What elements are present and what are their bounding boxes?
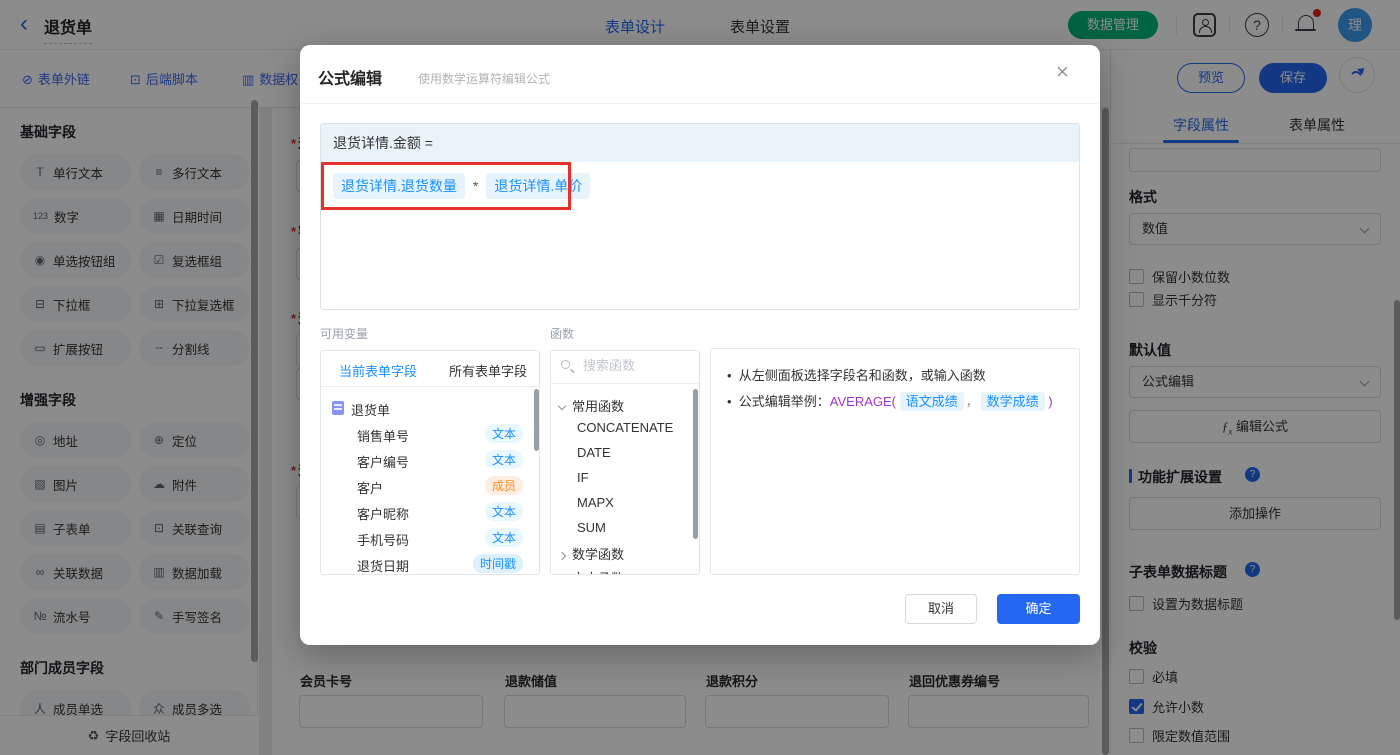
tip-line-2: • 公式编辑举例：AVERAGE( 语文成绩，数学成绩 ) <box>727 392 1053 411</box>
variables-tabs: 当前表单字段 所有表单字段 <box>321 351 539 387</box>
divider <box>300 103 1100 104</box>
function-item[interactable]: SUM <box>577 520 606 535</box>
form-doc-icon <box>332 401 344 415</box>
formula-editor-area[interactable]: 退货详情.金额 = 退货详情.退货数量 * 退货详情.单价 <box>320 123 1080 310</box>
function-item[interactable]: MAPX <box>577 495 614 510</box>
variables-panel: 当前表单字段 所有表单字段 退货单 销售单号 文本 客户编号 文本 客户 成员 客户昵… <box>320 350 540 575</box>
caret-right-icon <box>557 551 567 561</box>
tab-current-form-fields[interactable]: 当前表单字段 <box>339 361 417 380</box>
variable-row[interactable]: 退货日期 时间戳 <box>321 551 539 574</box>
available-variables-label: 可用变量 <box>320 327 369 341</box>
variable-row[interactable]: 客户昵称 文本 <box>321 499 539 525</box>
variable-row[interactable]: 销售单号 文本 <box>321 421 539 447</box>
variable-row[interactable]: 手机号码 文本 <box>321 525 539 551</box>
functions-label: 函数 <box>550 327 575 341</box>
modal-subtitle: 使用数学运算符编辑公式 <box>418 72 551 86</box>
tip-line-1: • 从左侧面板选择字段名和函数，或输入函数 <box>727 368 986 383</box>
example-function-name: AVERAGE( <box>829 394 897 409</box>
example-arg-token: 数学成绩 <box>980 392 1045 411</box>
type-badge: 文本 <box>484 502 523 521</box>
modal-title: 公式编辑 <box>318 71 383 88</box>
functions-panel: 常用函数 CONCATENATE DATE IF MAPX SUM 数学函数 文… <box>550 350 700 575</box>
red-annotation-box <box>321 162 571 210</box>
variables-scrollbar[interactable] <box>534 389 539 451</box>
function-item[interactable]: CONCATENATE <box>577 420 673 435</box>
function-item[interactable]: IF <box>577 470 589 485</box>
confirm-button[interactable]: 确定 <box>997 594 1080 624</box>
type-badge: 文本 <box>484 528 523 547</box>
caret-down-icon <box>557 401 567 411</box>
type-badge: 文本 <box>484 424 523 443</box>
example-arg-token: 语文成绩 <box>899 392 964 411</box>
type-badge: 时间戳 <box>472 554 523 573</box>
example-function-close: ) <box>1048 394 1053 409</box>
group-common-functions[interactable]: 常用函数 <box>557 396 624 415</box>
cancel-button[interactable]: 取消 <box>905 594 977 624</box>
tab-all-form-fields[interactable]: 所有表单字段 <box>449 361 527 380</box>
group-math-functions[interactable]: 数学函数 <box>557 544 624 563</box>
type-badge: 成员 <box>484 476 523 495</box>
formula-target: 退货详情.金额 = <box>321 124 1079 162</box>
app-root: ‹ 退货单 表单设计 表单设置 数据管理 ? 理 ⊘ 表单外链 ⊡ 后端脚本 ▥ 数据… <box>0 0 1400 755</box>
function-item[interactable]: DATE <box>577 445 611 460</box>
group-text-functions[interactable]: 文本函数 <box>559 568 624 574</box>
function-search <box>551 351 699 384</box>
formula-editor-modal: 公式编辑 使用数学运算符编辑公式 × 退货详情.金额 = 退货详情.退货数量 *… <box>300 45 1100 645</box>
close-icon[interactable]: × <box>1056 59 1069 85</box>
type-badge: 文本 <box>484 450 523 469</box>
variable-tree-root[interactable]: 退货单 <box>321 395 539 421</box>
tips-panel: • 从左侧面板选择字段名和函数，或输入函数 • 公式编辑举例：AVERAGE( … <box>710 348 1080 575</box>
function-search-input[interactable] <box>581 357 691 374</box>
search-icon <box>561 360 570 369</box>
variable-row[interactable]: 客户编号 文本 <box>321 447 539 473</box>
functions-scrollbar[interactable] <box>693 389 698 539</box>
variable-row[interactable]: 客户 成员 <box>321 473 539 499</box>
